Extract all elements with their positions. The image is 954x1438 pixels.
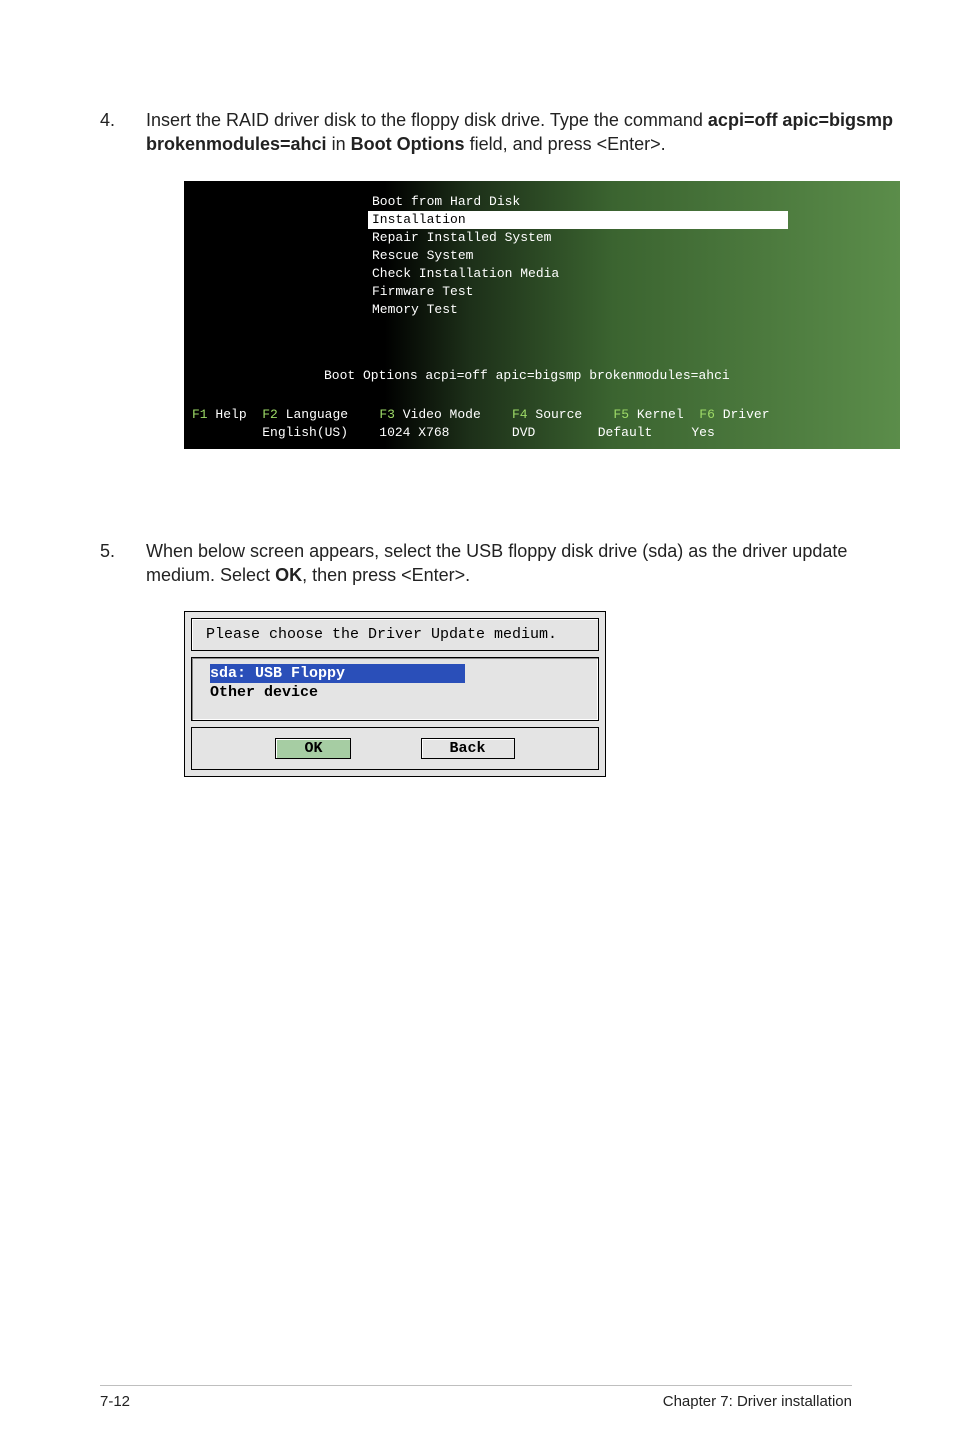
dialog-buttons: OK Back xyxy=(191,727,599,770)
fkey-label: Source xyxy=(535,407,582,422)
page-number: 7-12 xyxy=(100,1392,130,1412)
list-item-selected[interactable]: sda: USB Floppy xyxy=(210,664,465,683)
text: field, and press <Enter>. xyxy=(465,134,666,154)
boot-options-line[interactable]: Boot Options acpi=off apic=bigsmp broken… xyxy=(324,367,730,385)
fkey-label: Driver xyxy=(723,407,770,422)
menu-item[interactable]: Firmware Test xyxy=(368,283,788,301)
dialog-title: Please choose the Driver Update medium. xyxy=(191,618,599,651)
text-bold: OK xyxy=(275,565,302,585)
fkey[interactable]: F1 xyxy=(192,407,208,422)
page-footer: 7-12 Chapter 7: Driver installation xyxy=(100,1385,852,1412)
menu-item[interactable]: Repair Installed System xyxy=(368,229,788,247)
text: When below screen appears, select the US… xyxy=(146,541,847,585)
fkey-label: Language xyxy=(286,407,348,422)
step-number: 5. xyxy=(100,539,146,778)
text: Insert the RAID driver disk to the flopp… xyxy=(146,110,708,130)
back-button[interactable]: Back xyxy=(421,738,515,759)
fkey[interactable]: F3 xyxy=(379,407,395,422)
boot-screen: Boot from Hard Disk Installation Repair … xyxy=(184,181,900,449)
fkey-value: DVD xyxy=(512,425,535,440)
dialog-list: sda: USB Floppy Other device xyxy=(191,657,599,721)
fkey-value: 1024 X768 xyxy=(379,425,449,440)
step4-text: Insert the RAID driver disk to the flopp… xyxy=(146,108,900,519)
fkey-value: Default xyxy=(598,425,653,440)
menu-item-selected[interactable]: Installation xyxy=(368,211,788,229)
step-number: 4. xyxy=(100,108,146,519)
chapter-label: Chapter 7: Driver installation xyxy=(663,1392,852,1412)
fkey[interactable]: F2 xyxy=(262,407,278,422)
ok-button[interactable]: OK xyxy=(275,738,351,759)
menu-item[interactable]: Boot from Hard Disk xyxy=(368,193,788,211)
text: in xyxy=(327,134,351,154)
menu-item[interactable]: Check Installation Media xyxy=(368,265,788,283)
text: , then press <Enter>. xyxy=(302,565,470,585)
fkey-bar: F1 Help F2 Language F3 Video Mode F4 Sou… xyxy=(192,406,892,442)
driver-update-dialog: Please choose the Driver Update medium. … xyxy=(184,611,606,777)
text-bold: Boot Options xyxy=(351,134,465,154)
fkey-label: Video Mode xyxy=(403,407,481,422)
menu-item[interactable]: Rescue System xyxy=(368,247,788,265)
fkey-value: Yes xyxy=(691,425,714,440)
boot-menu: Boot from Hard Disk Installation Repair … xyxy=(368,193,788,319)
fkey[interactable]: F6 xyxy=(699,407,715,422)
fkey-label: Kernel xyxy=(637,407,684,422)
step5-text: When below screen appears, select the US… xyxy=(146,539,852,778)
fkey-value: English(US) xyxy=(262,425,348,440)
fkey-label: Help xyxy=(215,407,246,422)
fkey[interactable]: F4 xyxy=(512,407,528,422)
list-item[interactable]: Other device xyxy=(210,684,318,701)
menu-item[interactable]: Memory Test xyxy=(368,301,788,319)
fkey[interactable]: F5 xyxy=(613,407,629,422)
